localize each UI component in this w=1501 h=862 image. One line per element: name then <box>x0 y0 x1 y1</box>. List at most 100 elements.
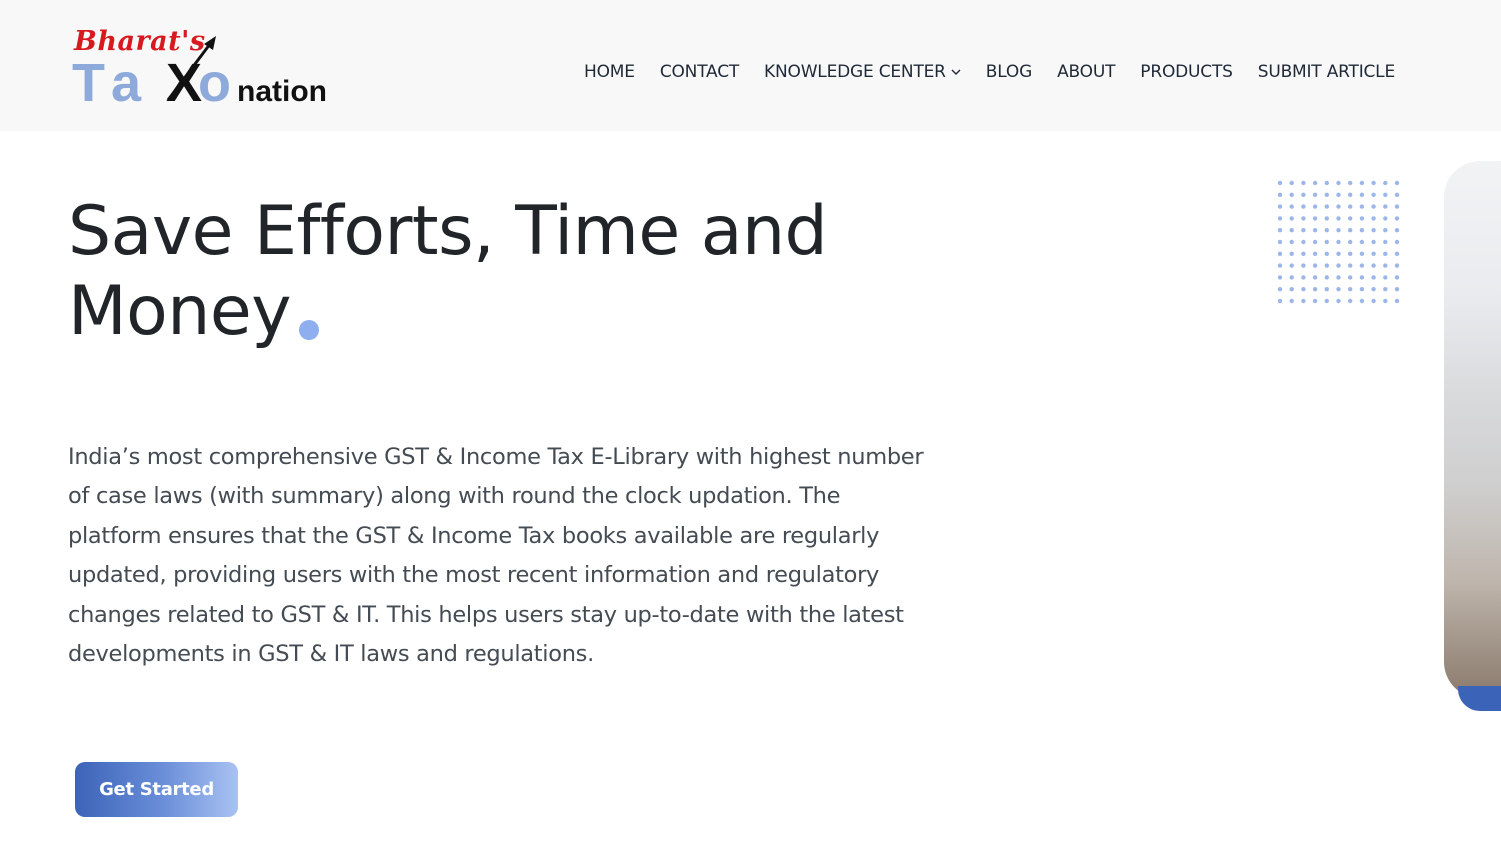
get-started-button[interactable]: Get Started <box>75 762 238 817</box>
grid-dot <box>1371 216 1376 221</box>
grid-dot <box>1277 287 1283 292</box>
grid-dot <box>1371 287 1376 292</box>
site-logo[interactable]: Bharat's Ta X o nation <box>72 26 352 113</box>
grid-dot <box>1359 298 1365 304</box>
grid-dot <box>1289 239 1294 245</box>
grid-dot <box>1348 192 1353 197</box>
grid-dot <box>1301 228 1306 233</box>
nav-knowledge-center[interactable]: KNOWLEDGE CENTER <box>764 62 961 82</box>
logo-ta-text: Ta <box>72 53 152 113</box>
grid-dot <box>1394 204 1400 209</box>
grid-dot <box>1312 239 1318 245</box>
grid-dot <box>1348 287 1353 292</box>
nav-submit-article[interactable]: SUBMIT ARTICLE <box>1258 62 1395 82</box>
grid-dot <box>1301 275 1306 280</box>
grid-dot <box>1359 228 1365 233</box>
grid-dot <box>1289 287 1294 292</box>
grid-dot <box>1371 263 1376 268</box>
grid-dot <box>1312 298 1318 304</box>
grid-dot <box>1371 275 1376 280</box>
grid-dot <box>1289 275 1294 280</box>
hero-description: India’s most comprehensive GST & Income … <box>68 444 924 668</box>
grid-dot <box>1336 287 1341 292</box>
grid-dot <box>1289 216 1294 221</box>
grid-dot <box>1383 263 1388 268</box>
grid-dot <box>1277 216 1283 221</box>
grid-dot <box>1289 180 1294 186</box>
grid-dot <box>1312 228 1318 233</box>
grid-dot <box>1324 216 1329 221</box>
grid-dot <box>1301 192 1306 197</box>
grid-dot <box>1383 192 1388 197</box>
main-nav: HOME CONTACT KNOWLEDGE CENTER BLOG ABOUT… <box>584 58 1395 86</box>
grid-dot <box>1277 239 1283 245</box>
grid-dot <box>1312 251 1318 256</box>
grid-dot <box>1348 180 1353 186</box>
grid-dot <box>1336 192 1341 197</box>
nav-blog[interactable]: BLOG <box>986 62 1032 82</box>
grid-dot <box>1289 204 1294 209</box>
grid-dot <box>1383 298 1388 304</box>
grid-dot <box>1336 239 1341 245</box>
grid-dot <box>1277 263 1283 268</box>
nav-products[interactable]: PRODUCTS <box>1140 62 1233 82</box>
nav-about[interactable]: ABOUT <box>1057 62 1115 82</box>
grid-dot <box>1289 251 1294 256</box>
grid-dot <box>1394 180 1400 186</box>
grid-dot <box>1359 263 1365 268</box>
site-header: Bharat's Ta X o nation HOME CONTACT KNOW… <box>0 0 1501 131</box>
logo-arrow-icon <box>166 36 216 101</box>
grid-dot <box>1371 192 1376 197</box>
grid-dot <box>1301 239 1306 245</box>
dot-grid-decoration <box>1277 180 1400 304</box>
grid-dot <box>1277 192 1283 197</box>
grid-dot <box>1336 180 1341 186</box>
grid-dot <box>1289 228 1294 233</box>
grid-dot <box>1348 239 1353 245</box>
grid-dot <box>1301 263 1306 268</box>
grid-dot <box>1277 228 1283 233</box>
grid-dot <box>1324 180 1329 186</box>
grid-dot <box>1394 263 1400 268</box>
grid-dot <box>1277 298 1283 304</box>
grid-dot <box>1371 239 1376 245</box>
nav-contact[interactable]: CONTACT <box>660 62 739 82</box>
grid-dot <box>1301 180 1306 186</box>
grid-dot <box>1394 216 1400 221</box>
grid-dot <box>1301 204 1306 209</box>
grid-dot <box>1336 263 1341 268</box>
grid-dot <box>1312 275 1318 280</box>
grid-dot <box>1336 275 1341 280</box>
grid-dot <box>1383 239 1388 245</box>
grid-dot <box>1336 251 1341 256</box>
grid-dot <box>1371 251 1376 256</box>
grid-dot <box>1277 204 1283 209</box>
grid-dot <box>1371 228 1376 233</box>
grid-dot <box>1348 204 1353 209</box>
grid-dot <box>1371 204 1376 209</box>
grid-dot <box>1277 251 1283 256</box>
grid-dot <box>1383 216 1388 221</box>
grid-dot <box>1359 287 1365 292</box>
grid-dot <box>1348 275 1353 280</box>
grid-dot <box>1371 180 1376 186</box>
grid-dot <box>1312 180 1318 186</box>
grid-dot <box>1312 216 1318 221</box>
grid-dot <box>1383 287 1388 292</box>
grid-dot <box>1324 275 1329 280</box>
grid-dot <box>1359 204 1365 209</box>
grid-dot <box>1324 263 1329 268</box>
nav-home[interactable]: HOME <box>584 62 635 82</box>
grid-dot <box>1394 275 1400 280</box>
grid-dot <box>1312 263 1318 268</box>
nav-knowledge-center-label: KNOWLEDGE CENTER <box>764 62 946 82</box>
grid-dot <box>1301 216 1306 221</box>
grid-dot <box>1359 180 1365 186</box>
grid-dot <box>1348 228 1353 233</box>
grid-dot <box>1383 228 1388 233</box>
grid-dot <box>1324 298 1329 304</box>
grid-dot <box>1383 204 1388 209</box>
hero-image-accent <box>1458 686 1501 711</box>
grid-dot <box>1312 287 1318 292</box>
grid-dot <box>1359 275 1365 280</box>
